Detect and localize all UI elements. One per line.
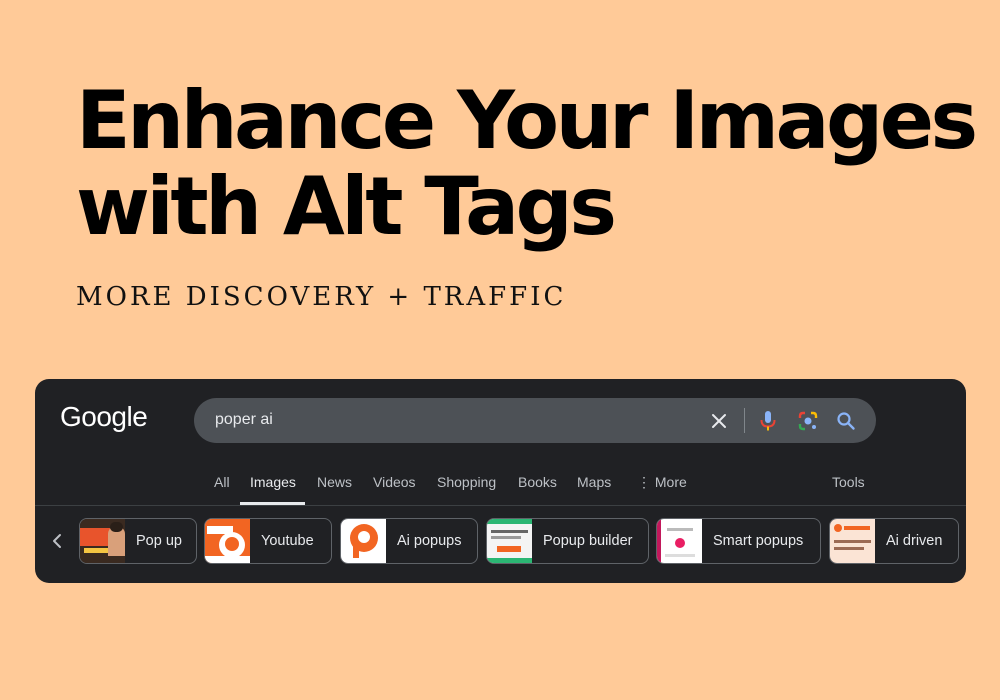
chip-label: Youtube (261, 533, 314, 549)
google-search-panel: Google poper ai All Images News Videos S… (35, 379, 966, 583)
tab-videos[interactable]: Videos (373, 474, 416, 490)
chevron-left-icon[interactable] (49, 531, 67, 551)
chip-thumbnail (657, 519, 702, 563)
tab-more[interactable]: ⋮ More (637, 474, 687, 491)
chip-thumbnail (487, 519, 532, 563)
tab-books[interactable]: Books (518, 474, 557, 490)
search-box[interactable]: poper ai (194, 398, 876, 443)
chip-label: Ai popups (397, 533, 462, 549)
tab-all[interactable]: All (214, 474, 230, 490)
lens-icon[interactable] (791, 404, 825, 438)
chip-label: Popup builder (543, 533, 633, 549)
tab-shopping[interactable]: Shopping (437, 474, 496, 490)
chip-smart-popups[interactable]: Smart popups (656, 518, 821, 564)
search-divider (744, 408, 745, 433)
microphone-icon[interactable] (751, 404, 785, 438)
tab-news[interactable]: News (317, 474, 352, 490)
search-input[interactable]: poper ai (215, 411, 273, 429)
chip-ai-popups[interactable]: Ai popups (340, 518, 478, 564)
chip-thumbnail (830, 519, 875, 563)
headline: Enhance Your Images with Alt Tags (76, 74, 978, 253)
google-logo[interactable]: Google (60, 401, 148, 433)
headline-line-1: Enhance Your Images (76, 74, 978, 167)
tab-maps[interactable]: Maps (577, 474, 611, 490)
headline-line-2: with Alt Tags (76, 160, 617, 253)
chip-ai-driven[interactable]: Ai driven (829, 518, 959, 564)
chip-label: Pop up (136, 533, 182, 549)
chip-thumbnail (80, 519, 125, 563)
active-tab-indicator (240, 502, 305, 505)
search-icon[interactable] (829, 404, 863, 438)
search-tabs: All Images News Videos Shopping Books Ma… (35, 469, 966, 506)
chip-label: Smart popups (713, 533, 804, 549)
chip-label: Ai driven (886, 533, 943, 549)
chip-popup-builder[interactable]: Popup builder (486, 518, 649, 564)
related-chips: Pop up Youtube Ai popups Popup builder S… (35, 518, 966, 568)
subheadline: MORE DISCOVERY + TRAFFIC (76, 282, 567, 312)
chip-thumbnail (205, 519, 250, 563)
tab-images[interactable]: Images (250, 474, 296, 490)
chip-youtube[interactable]: Youtube (204, 518, 332, 564)
tab-tools[interactable]: Tools (832, 474, 865, 490)
chip-pop-up[interactable]: Pop up (79, 518, 197, 564)
close-icon[interactable] (702, 404, 736, 438)
chip-thumbnail (341, 519, 386, 563)
